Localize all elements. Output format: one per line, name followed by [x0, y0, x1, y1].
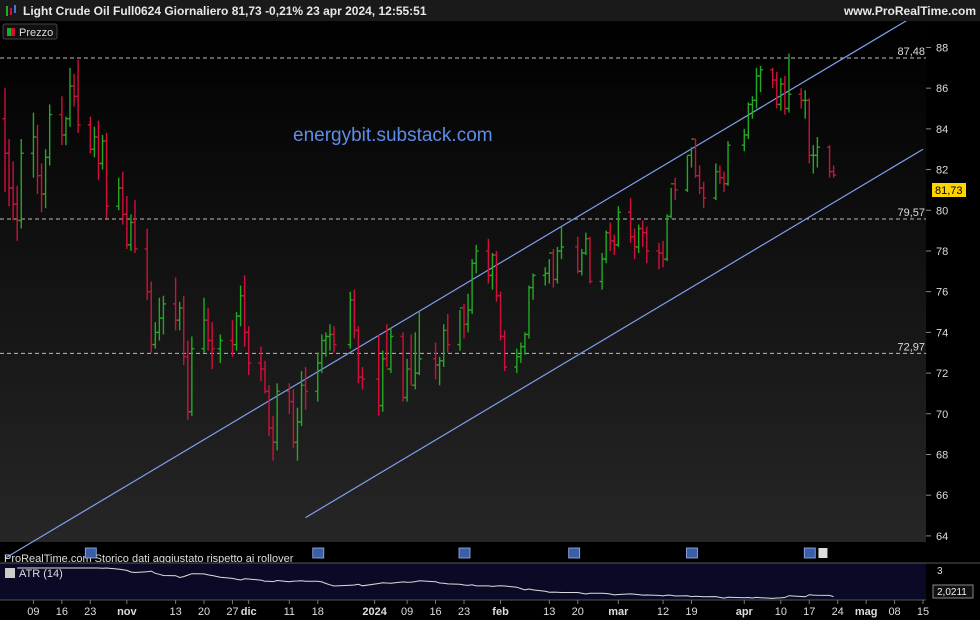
chart-title: Light Crude Oil Full0624 Giornaliero 81,…	[23, 4, 427, 18]
atr-swatch	[5, 568, 15, 578]
chart-title-bar: Light Crude Oil Full0624 Giornaliero 81,…	[0, 0, 980, 22]
y-tick-label: 86	[936, 83, 948, 95]
x-tick-label: mag	[855, 606, 878, 618]
x-tick-label: 13	[169, 606, 181, 618]
x-tick-label: 09	[27, 606, 39, 618]
y-tick-label: 66	[936, 490, 948, 502]
x-tick-label: 16	[56, 606, 68, 618]
y-tick-label: 84	[936, 124, 948, 136]
atr-tick-3: 3	[937, 566, 943, 577]
atr-pane	[0, 563, 926, 600]
atr-legend-label: ATR (14)	[19, 568, 63, 580]
x-tick-label: 23	[84, 606, 96, 618]
rollover-icon	[803, 547, 816, 559]
x-tick-label: 11	[284, 606, 295, 618]
price-legend-label: Prezzo	[19, 27, 53, 39]
rollover-icon	[568, 547, 581, 559]
x-tick-label: 08	[888, 606, 900, 618]
x-tick-label: 17	[803, 606, 815, 618]
level-label: 72,97	[897, 341, 925, 353]
y-tick-label: 88	[936, 42, 948, 54]
x-tick-label: 2024	[362, 606, 387, 618]
x-tick-label: 27	[226, 606, 238, 618]
y-tick-label: 64	[936, 531, 948, 543]
rollover-icon	[84, 547, 97, 559]
x-tick-label: 15	[917, 606, 929, 618]
y-tick-label: 74	[936, 327, 948, 339]
x-tick-label: mar	[608, 606, 629, 618]
watermark: energybit.substack.com	[293, 125, 493, 146]
rollover-icon	[312, 547, 325, 559]
x-tick-label: feb	[492, 606, 509, 618]
x-tick-label: dic	[241, 606, 257, 618]
price-chart[interactable]: 87,48 79,57 72,97 64 66 68 70 72 74 76 78 80 82 84 86…	[0, 21, 980, 620]
y-tick-label: 68	[936, 449, 948, 461]
y-tick-label: 70	[936, 409, 948, 421]
x-tick-label: 16	[429, 606, 441, 618]
x-tick-label: nov	[117, 606, 137, 618]
x-tick-label: 19	[685, 606, 697, 618]
x-tick-label: 20	[198, 606, 210, 618]
x-tick-label: 13	[543, 606, 555, 618]
up-swatch	[7, 28, 11, 36]
y-tick-label: 80	[936, 205, 948, 217]
info-icon	[818, 548, 828, 558]
rollover-icon	[458, 547, 471, 559]
y-tick-label: 76	[936, 287, 948, 299]
level-label: 79,57	[897, 207, 925, 219]
y-tick-label: 72	[936, 368, 948, 380]
x-tick-label: 10	[775, 606, 787, 618]
rollover-icon	[686, 547, 698, 559]
x-tick-label: apr	[736, 606, 754, 618]
x-tick-label: 20	[572, 606, 584, 618]
atr-value-label: 2,0211	[937, 587, 967, 598]
x-tick-label: 24	[832, 606, 844, 618]
y-tick-label: 78	[936, 246, 948, 258]
x-tick-label: 23	[458, 606, 470, 618]
x-tick-label: 12	[657, 606, 669, 618]
x-tick-label: 09	[401, 606, 413, 618]
y-tick-label: 82	[936, 165, 948, 177]
site-link[interactable]: www.ProRealTime.com	[844, 4, 976, 18]
y-axis-area	[926, 21, 980, 620]
bar-chart-icon	[6, 5, 16, 16]
price-pane	[0, 21, 926, 542]
x-tick-label: 18	[312, 606, 324, 618]
level-label: 87,48	[897, 46, 925, 58]
down-swatch	[11, 28, 15, 36]
last-price-label: 81,73	[935, 185, 963, 197]
